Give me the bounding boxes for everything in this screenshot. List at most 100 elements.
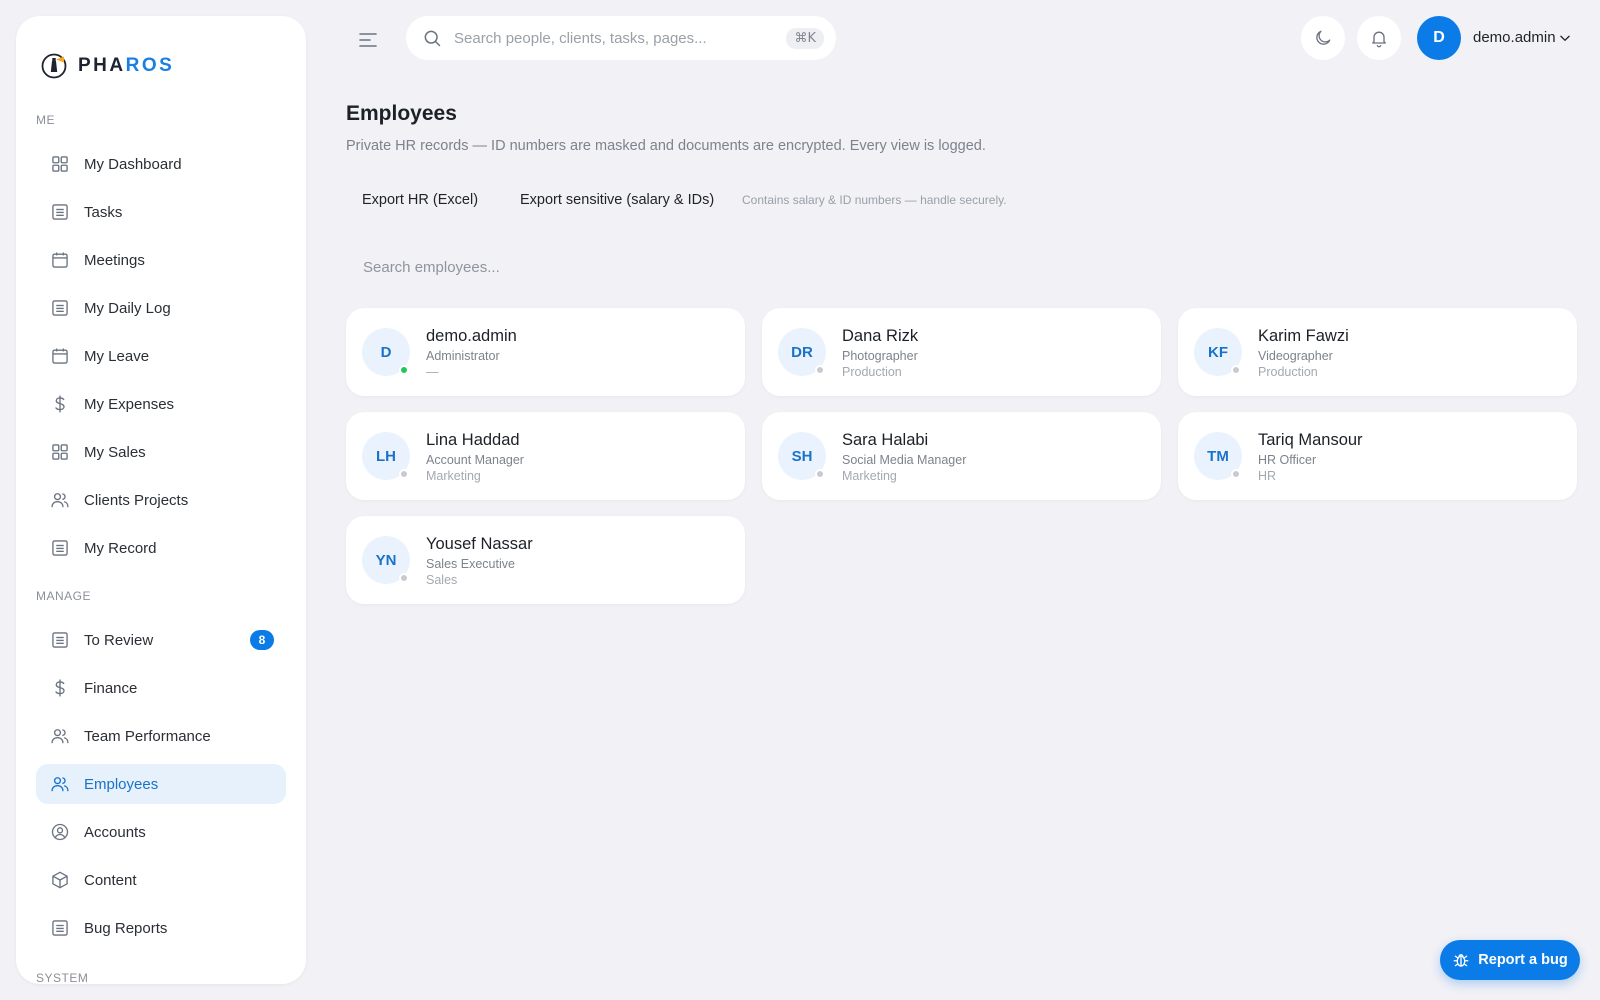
sidebar-item-my-sales[interactable]: My Sales	[36, 432, 286, 472]
employee-card[interactable]: TM Tariq Mansour HR Officer HR	[1178, 412, 1577, 500]
sidebar-item-label: Finance	[84, 679, 138, 697]
sidebar-item-label: Accounts	[84, 823, 146, 841]
employee-department: HR	[1258, 469, 1277, 483]
employee-search-input[interactable]	[346, 250, 906, 284]
presence-status-dot	[815, 365, 825, 375]
sidebar-item-label: Bug Reports	[84, 919, 168, 937]
brand-logo[interactable]: PHAROS	[40, 52, 174, 80]
users-icon	[50, 774, 70, 794]
box-icon	[50, 870, 70, 890]
presence-status-dot	[399, 469, 409, 479]
employee-name: Karim Fawzi	[1258, 327, 1349, 345]
sidebar-item-label: Content	[84, 871, 137, 889]
brand-name: PHAROS	[78, 55, 175, 76]
sidebar-item-meetings[interactable]: Meetings	[36, 240, 286, 280]
employee-card[interactable]: KF Karim Fawzi Videographer Production	[1178, 308, 1577, 396]
sidebar-item-label: To Review	[84, 631, 154, 649]
employee-role: Videographer	[1258, 349, 1333, 363]
search-icon	[424, 30, 441, 47]
sidebar-item-label: Team Performance	[84, 727, 211, 745]
employee-name: Dana Rizk	[842, 327, 919, 345]
sidebar-item-finance[interactable]: Finance	[36, 668, 286, 708]
dollar-icon	[50, 394, 70, 414]
global-search[interactable]: ⌘K	[406, 16, 836, 60]
employee-role: HR Officer	[1258, 453, 1317, 467]
sidebar-item-clients-projects[interactable]: Clients Projects	[36, 480, 286, 520]
bug-icon	[1453, 954, 1469, 967]
sidebar-item-team-performance[interactable]: Team Performance	[36, 716, 286, 756]
employee-card[interactable]: YN Yousef Nassar Sales Executive Sales	[346, 516, 745, 604]
global-search-input[interactable]	[454, 29, 775, 47]
export-hr-button[interactable]: Export HR (Excel)	[362, 186, 478, 214]
moon-icon	[1316, 30, 1331, 45]
sidebar-item-my-dashboard[interactable]: My Dashboard	[36, 144, 286, 184]
dollar-icon	[50, 678, 70, 698]
grid-icon	[50, 442, 70, 462]
notifications-button[interactable]	[1357, 16, 1401, 60]
document-icon	[50, 298, 70, 318]
sidebar-item-to-review[interactable]: To Review 8	[36, 620, 286, 660]
export-sensitive-button[interactable]: Export sensitive (salary & IDs)	[520, 186, 714, 214]
report-bug-button[interactable]: Report a bug	[1440, 940, 1580, 980]
theme-toggle-button[interactable]	[1301, 16, 1345, 60]
sidebar-item-content[interactable]: Content	[36, 860, 286, 900]
sidebar-item-label: My Daily Log	[84, 299, 171, 317]
sidebar-item-label: Clients Projects	[84, 491, 189, 509]
employee-name: demo.admin	[426, 327, 517, 345]
page-title: Employees	[346, 102, 457, 125]
sidebar-item-label: Employees	[84, 775, 159, 793]
presence-status-dot	[815, 469, 825, 479]
presence-status-dot	[399, 573, 409, 583]
sidebar-item-label: Meetings	[84, 251, 145, 269]
report-bug-label: Report a bug	[1478, 952, 1568, 968]
presence-status-dot	[399, 365, 409, 375]
sidebar-item-label: Tasks	[84, 203, 123, 221]
section-label-system: SYSTEM	[36, 971, 89, 984]
employee-name: Lina Haddad	[426, 431, 520, 449]
employee-department: Marketing	[842, 469, 897, 483]
user-circle-icon	[50, 822, 70, 842]
section-label-me: ME	[36, 113, 55, 127]
document-icon	[50, 918, 70, 938]
presence-status-dot	[1231, 365, 1241, 375]
employee-card[interactable]: Ddemo.admin Administrator —	[346, 308, 745, 396]
menu-toggle-icon[interactable]	[356, 28, 380, 52]
grid-icon	[50, 154, 70, 174]
employee-name: Yousef Nassar	[426, 535, 533, 553]
employee-role: Social Media Manager	[842, 453, 967, 467]
employee-department: —	[426, 365, 439, 379]
sidebar-item-tasks[interactable]: Tasks	[36, 192, 286, 232]
employee-name: Sara Halabi	[842, 431, 929, 449]
user-avatar[interactable]: D	[1417, 16, 1461, 60]
employee-role: Photographer	[842, 349, 918, 363]
employee-role: Account Manager	[426, 453, 524, 467]
employee-department: Production	[1258, 365, 1318, 379]
document-icon	[50, 538, 70, 558]
bell-icon	[1372, 31, 1386, 48]
employee-card[interactable]: LH Lina Haddad Account Manager Marketing	[346, 412, 745, 500]
user-menu-name[interactable]: demo.admin	[1473, 29, 1556, 46]
sidebar-item-my-daily-log[interactable]: My Daily Log	[36, 288, 286, 328]
sidebar-item-my-leave[interactable]: My Leave	[36, 336, 286, 376]
employee-card[interactable]: DR Dana Rizk Photographer Production	[762, 308, 1161, 396]
document-icon	[50, 202, 70, 222]
sidebar-item-bug-reports[interactable]: Bug Reports	[36, 908, 286, 948]
sidebar-item-employees[interactable]: Employees	[36, 764, 286, 804]
calendar-icon	[50, 250, 70, 270]
search-shortcut-badge: ⌘K	[786, 27, 824, 49]
employee-card[interactable]: SH Sara Halabi Social Media Manager Marketi…	[762, 412, 1161, 500]
employee-name: Tariq Mansour	[1258, 431, 1363, 449]
page-subtitle: Private HR records — ID numbers are mask…	[346, 138, 986, 154]
sidebar: PHAROS ME My Dashboard Tasks Meetings My Da…	[16, 16, 306, 984]
sidebar-item-label: My Dashboard	[84, 155, 182, 173]
sidebar-item-my-expenses[interactable]: My Expenses	[36, 384, 286, 424]
sidebar-item-accounts[interactable]: Accounts	[36, 812, 286, 852]
users-icon	[50, 490, 70, 510]
employee-role: Administrator	[426, 349, 500, 363]
lighthouse-icon	[41, 53, 67, 79]
calendar-icon	[50, 346, 70, 366]
chevron-down-icon[interactable]	[1558, 31, 1572, 45]
employee-department: Production	[842, 365, 902, 379]
employee-department: Sales	[426, 573, 458, 587]
sidebar-item-my-record[interactable]: My Record	[36, 528, 286, 568]
